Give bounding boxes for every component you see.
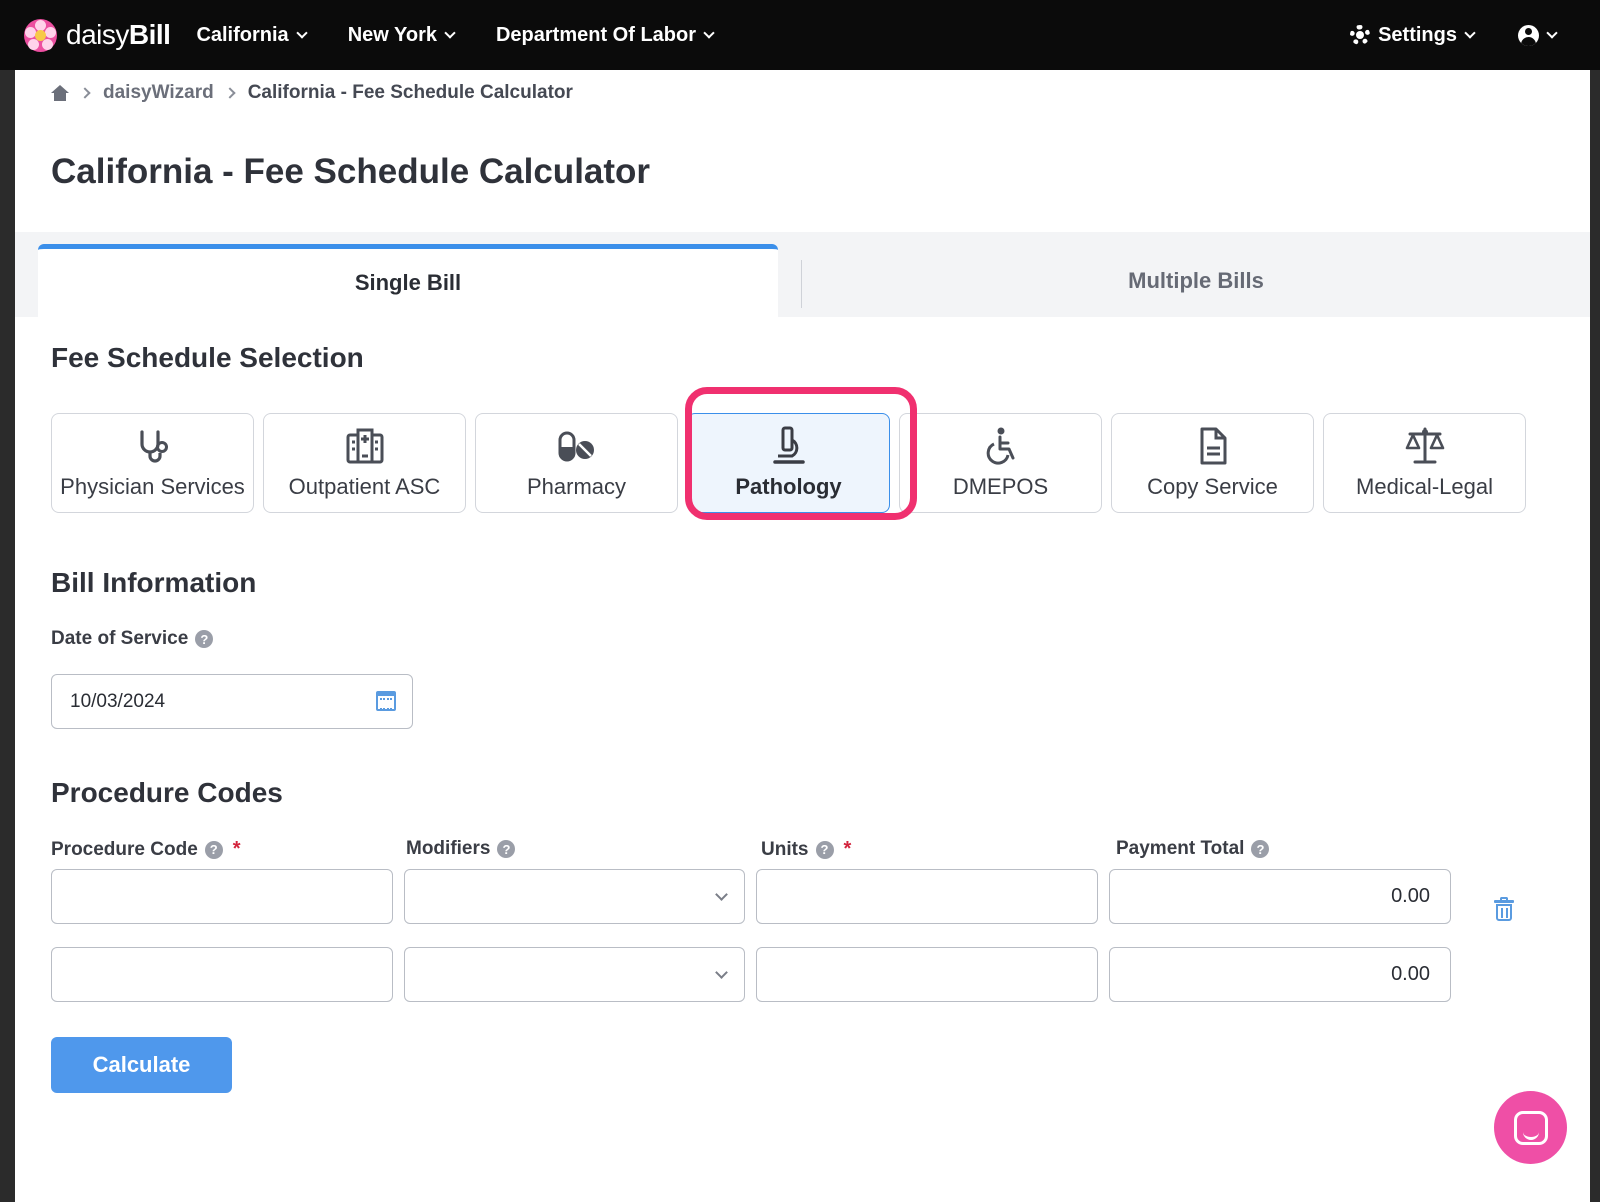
calendar-icon[interactable] — [376, 691, 396, 711]
fee-option-pathology[interactable]: Pathology — [687, 413, 890, 513]
wheelchair-icon — [986, 427, 1014, 465]
required-marker: * — [843, 838, 852, 860]
help-icon[interactable]: ? — [815, 840, 834, 859]
procedure-code-text: Procedure Code — [51, 838, 198, 860]
fee-option-outpatient-asc[interactable]: Outpatient ASC — [263, 413, 466, 513]
nav-department-of-labor[interactable]: Department Of Labor — [495, 23, 715, 47]
fee-option-copy-service[interactable]: Copy Service — [1111, 413, 1314, 513]
tab-multiple-bills[interactable]: Multiple Bills — [802, 244, 1590, 317]
payment-total-value: 0.00 — [1391, 884, 1430, 907]
date-of-service-label: Date of Service ? — [51, 628, 214, 650]
nav-new-york[interactable]: New York — [347, 23, 456, 47]
daisy-logo-icon — [24, 18, 57, 52]
fee-option-label: Pathology — [735, 474, 842, 499]
gear-icon — [1350, 25, 1371, 45]
fee-option-pharmacy[interactable]: Pharmacy — [475, 413, 678, 513]
fee-option-label: Physician Services — [60, 474, 245, 499]
help-icon[interactable]: ? — [497, 840, 516, 858]
procedure-code-input[interactable] — [51, 869, 393, 924]
tab-bar: Single Bill Multiple Bills — [15, 232, 1590, 317]
modifiers-label: Modifiers ? — [406, 838, 516, 860]
home-icon[interactable] — [51, 85, 69, 101]
user-menu[interactable] — [1474, 24, 1600, 46]
units-label: Units ? * — [761, 838, 851, 861]
required-marker: * — [232, 838, 241, 860]
breadcrumb-current: California - Fee Schedule Calculator — [247, 82, 573, 103]
page-content: daisyWizard California - Fee Schedule Ca… — [15, 70, 1590, 1202]
fee-option-label: DMEPOS — [952, 474, 1049, 499]
fee-option-label: Medical-Legal — [1356, 474, 1493, 499]
trash-icon[interactable] — [1494, 897, 1514, 922]
payment-total-field: 0.00 — [1109, 869, 1451, 924]
date-of-service-value: 10/03/2024 — [70, 690, 166, 712]
calculate-button[interactable]: Calculate — [51, 1037, 232, 1093]
nav-new-york-label: New York — [347, 23, 437, 46]
units-input[interactable] — [756, 947, 1098, 1002]
fee-schedule-title: Fee Schedule Selection — [51, 342, 364, 373]
procedure-code-label: Procedure Code ? * — [51, 838, 241, 861]
modifiers-select[interactable] — [404, 947, 745, 1002]
chevron-down-icon — [1546, 26, 1558, 39]
chevron-down-icon — [715, 888, 728, 901]
tab-single-bill[interactable]: Single Bill — [38, 244, 778, 317]
fee-option-label: Copy Service — [1147, 474, 1278, 499]
stethoscope-icon — [139, 430, 168, 463]
modifiers-select[interactable] — [404, 869, 745, 924]
help-icon[interactable]: ? — [1251, 840, 1270, 858]
fee-option-label: Pharmacy — [526, 474, 627, 499]
payment-total-field: 0.00 — [1109, 947, 1451, 1002]
procedure-code-input[interactable] — [51, 947, 393, 1002]
brand-name: daisyBill — [66, 19, 171, 50]
payment-total-value: 0.00 — [1391, 962, 1430, 985]
page-title: California - Fee Schedule Calculator — [51, 152, 651, 191]
chat-launcher-button[interactable] — [1494, 1091, 1567, 1164]
pills-icon — [558, 431, 594, 462]
help-icon[interactable]: ? — [195, 630, 214, 648]
payment-total-text: Payment Total — [1116, 838, 1245, 859]
chevron-down-icon — [296, 26, 308, 39]
date-of-service-input[interactable]: 10/03/2024 — [51, 674, 413, 729]
nav-dol-label: Department Of Labor — [495, 23, 697, 46]
settings-menu[interactable]: Settings — [1350, 23, 1476, 47]
units-text: Units — [761, 838, 809, 860]
bill-information-title: Bill Information — [51, 567, 257, 598]
fee-option-medical-legal[interactable]: Medical-Legal — [1323, 413, 1526, 513]
chevron-right-icon — [79, 87, 91, 99]
fee-option-physician-services[interactable]: Physician Services — [51, 413, 254, 513]
breadcrumb-daisywizard[interactable]: daisyWizard — [103, 82, 214, 104]
hospital-icon — [346, 428, 383, 464]
chevron-down-icon — [715, 966, 728, 979]
nav-california-label: California — [196, 23, 289, 46]
chevron-down-icon — [444, 26, 456, 39]
chevron-down-icon — [703, 26, 715, 39]
document-icon — [1200, 427, 1226, 465]
user-avatar-icon — [1518, 24, 1539, 46]
payment-total-label: Payment Total ? — [1116, 838, 1270, 860]
help-icon[interactable]: ? — [204, 840, 223, 859]
top-navbar: daisyBill California New York Department… — [0, 0, 1600, 70]
nav-california[interactable]: California — [196, 23, 308, 47]
date-of-service-text: Date of Service — [51, 628, 189, 649]
brand[interactable]: daisyBill — [24, 18, 171, 52]
chat-icon — [1513, 1110, 1548, 1145]
procedure-codes-title: Procedure Codes — [51, 777, 283, 808]
fee-option-label: Outpatient ASC — [288, 474, 441, 499]
microscope-icon — [772, 426, 805, 464]
modifiers-text: Modifiers — [406, 838, 491, 859]
scale-icon — [1405, 427, 1444, 464]
settings-label: Settings — [1378, 23, 1457, 46]
chevron-right-icon — [224, 87, 236, 99]
units-input[interactable] — [756, 869, 1098, 924]
fee-option-dmepos[interactable]: DMEPOS — [899, 413, 1102, 513]
breadcrumb: daisyWizard California - Fee Schedule Ca… — [51, 82, 573, 104]
nav-right: Settings — [1350, 24, 1600, 47]
